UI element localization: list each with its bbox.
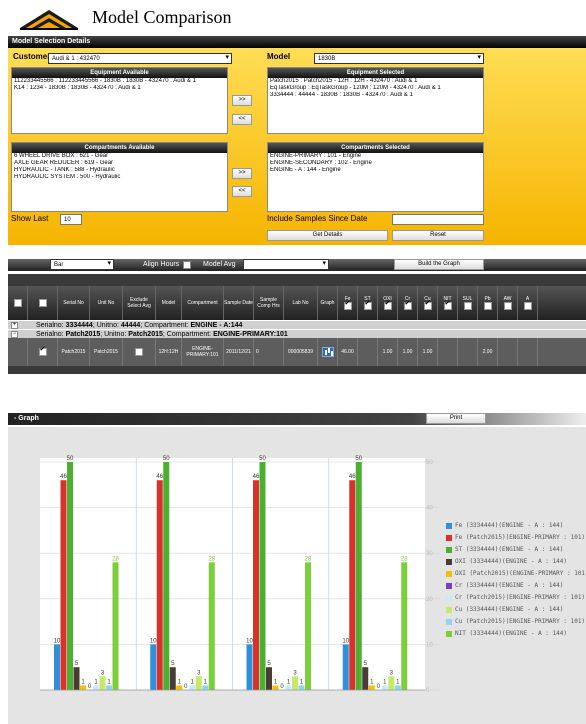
chart-bar[interactable] bbox=[355, 462, 362, 690]
chart-bar[interactable] bbox=[176, 685, 183, 690]
y-tick-label: 0 bbox=[426, 688, 430, 694]
legend-swatch bbox=[446, 583, 452, 589]
legend-label: Cr (Patch2015)(ENGINE-PRIMARY : 101) bbox=[455, 594, 586, 601]
chart-bar[interactable] bbox=[368, 685, 375, 690]
chart-bar[interactable] bbox=[381, 685, 388, 690]
bar-value-label: 50 bbox=[163, 456, 170, 462]
chart-bar[interactable] bbox=[67, 462, 73, 690]
legend-swatch bbox=[446, 523, 452, 529]
chart-bar[interactable] bbox=[73, 667, 80, 690]
bar-value-label: 10 bbox=[246, 638, 253, 644]
chart-bar[interactable] bbox=[54, 644, 60, 690]
bar-value-label: 10 bbox=[342, 638, 349, 644]
bar-value-label: 10 bbox=[54, 638, 61, 644]
legend-label: Fe (3334444)(ENGINE - A : 144) bbox=[455, 522, 564, 529]
legend-label: NIT (3334444)(ENGINE - A : 144) bbox=[455, 630, 567, 637]
chart-bar[interactable] bbox=[195, 676, 202, 690]
chart-bar[interactable] bbox=[163, 462, 170, 690]
bar-value-label: 28 bbox=[112, 556, 119, 562]
chart-bar[interactable] bbox=[60, 480, 67, 690]
chart-bar[interactable] bbox=[342, 644, 349, 690]
legend-swatch bbox=[446, 571, 452, 577]
bar-value-label: 28 bbox=[401, 556, 408, 562]
y-tick-label: 40 bbox=[426, 506, 433, 512]
chart-bar[interactable] bbox=[266, 667, 272, 690]
legend-item[interactable]: NIT (3334444)(ENGINE - A : 144) bbox=[446, 628, 586, 640]
chart-bar[interactable] bbox=[202, 685, 209, 690]
y-tick-label: 20 bbox=[426, 597, 433, 603]
chart-bar[interactable] bbox=[401, 562, 408, 690]
chart-bar[interactable] bbox=[253, 480, 259, 690]
legend-label: OXI (Patch2015)(ENGINE-PRIMARY : 101) bbox=[455, 570, 586, 577]
y-tick-label: 10 bbox=[426, 642, 433, 648]
chart-bar[interactable] bbox=[189, 685, 196, 690]
legend-swatch bbox=[446, 547, 452, 553]
legend-item[interactable]: Fe (Patch2015)(ENGINE-PRIMARY : 101) bbox=[446, 532, 586, 544]
bar-value-label: 50 bbox=[67, 456, 74, 462]
legend-item[interactable]: Cr (3334444)(ENGINE - A : 144) bbox=[446, 580, 586, 592]
bar-value-label: 10 bbox=[150, 638, 157, 644]
chart-bar[interactable] bbox=[106, 685, 112, 690]
chart-bar[interactable] bbox=[388, 676, 395, 690]
legend-swatch bbox=[446, 619, 452, 625]
bar-value-label: 46 bbox=[253, 474, 260, 480]
legend-item[interactable]: OXI (Patch2015)(ENGINE-PRIMARY : 101) bbox=[446, 568, 586, 580]
chart-bar[interactable] bbox=[285, 685, 292, 690]
chart-bar[interactable] bbox=[208, 562, 215, 690]
chart-bar[interactable] bbox=[259, 462, 266, 690]
chart-bar[interactable] bbox=[349, 480, 356, 690]
bar-value-label: 28 bbox=[208, 556, 215, 562]
chart-bar[interactable] bbox=[112, 562, 119, 690]
chart-bar[interactable] bbox=[272, 685, 279, 690]
chart-bar[interactable] bbox=[246, 644, 253, 690]
legend-label: Cu (3334444)(ENGINE - A : 144) bbox=[455, 606, 564, 613]
legend-item[interactable]: ST (3334444)(ENGINE - A : 144) bbox=[446, 544, 586, 556]
y-tick-label: 30 bbox=[426, 551, 433, 557]
bar-value-label: 50 bbox=[355, 456, 362, 462]
legend-swatch bbox=[446, 559, 452, 565]
bar-value-label: 46 bbox=[156, 474, 163, 480]
y-tick-label: 50 bbox=[426, 460, 433, 466]
chart-bar[interactable] bbox=[394, 685, 401, 690]
chart-bar[interactable] bbox=[99, 676, 106, 690]
legend-item[interactable]: OXI (3334444)(ENGINE - A : 144) bbox=[446, 556, 586, 568]
chart-bar[interactable] bbox=[80, 685, 86, 690]
legend-item[interactable]: Fe (3334444)(ENGINE - A : 144) bbox=[446, 520, 586, 532]
legend-swatch bbox=[446, 607, 452, 613]
chart-bar[interactable] bbox=[292, 676, 298, 690]
legend-label: Fe (Patch2015)(ENGINE-PRIMARY : 101) bbox=[455, 534, 586, 541]
legend-item[interactable]: Cu (3334444)(ENGINE - A : 144) bbox=[446, 604, 586, 616]
chart-bar[interactable] bbox=[93, 685, 99, 690]
chart-legend: Fe (3334444)(ENGINE - A : 144) Fe (Patch2… bbox=[446, 520, 586, 640]
bar-value-label: 28 bbox=[305, 556, 312, 562]
legend-label: Cu (Patch2015)(ENGINE-PRIMARY : 101) bbox=[455, 618, 586, 625]
legend-swatch bbox=[446, 631, 452, 637]
chart-bar[interactable] bbox=[156, 480, 163, 690]
legend-swatch bbox=[446, 535, 452, 541]
chart-bar[interactable] bbox=[362, 667, 369, 690]
chart-bar[interactable] bbox=[305, 562, 311, 690]
chart-bar[interactable] bbox=[150, 644, 157, 690]
legend-item[interactable]: Cr (Patch2015)(ENGINE-PRIMARY : 101) bbox=[446, 592, 586, 604]
legend-label: OXI (3334444)(ENGINE - A : 144) bbox=[455, 558, 567, 565]
chart-bar[interactable] bbox=[298, 685, 305, 690]
bar-value-label: 50 bbox=[259, 456, 266, 462]
chart-bar[interactable] bbox=[169, 667, 176, 690]
legend-swatch bbox=[446, 595, 452, 601]
legend-label: ST (3334444)(ENGINE - A : 144) bbox=[455, 546, 564, 553]
bar-value-label: 46 bbox=[60, 474, 67, 480]
legend-item[interactable]: Cu (Patch2015)(ENGINE-PRIMARY : 101) bbox=[446, 616, 586, 628]
bar-value-label: 46 bbox=[349, 474, 356, 480]
legend-label: Cr (3334444)(ENGINE - A : 144) bbox=[455, 582, 564, 589]
